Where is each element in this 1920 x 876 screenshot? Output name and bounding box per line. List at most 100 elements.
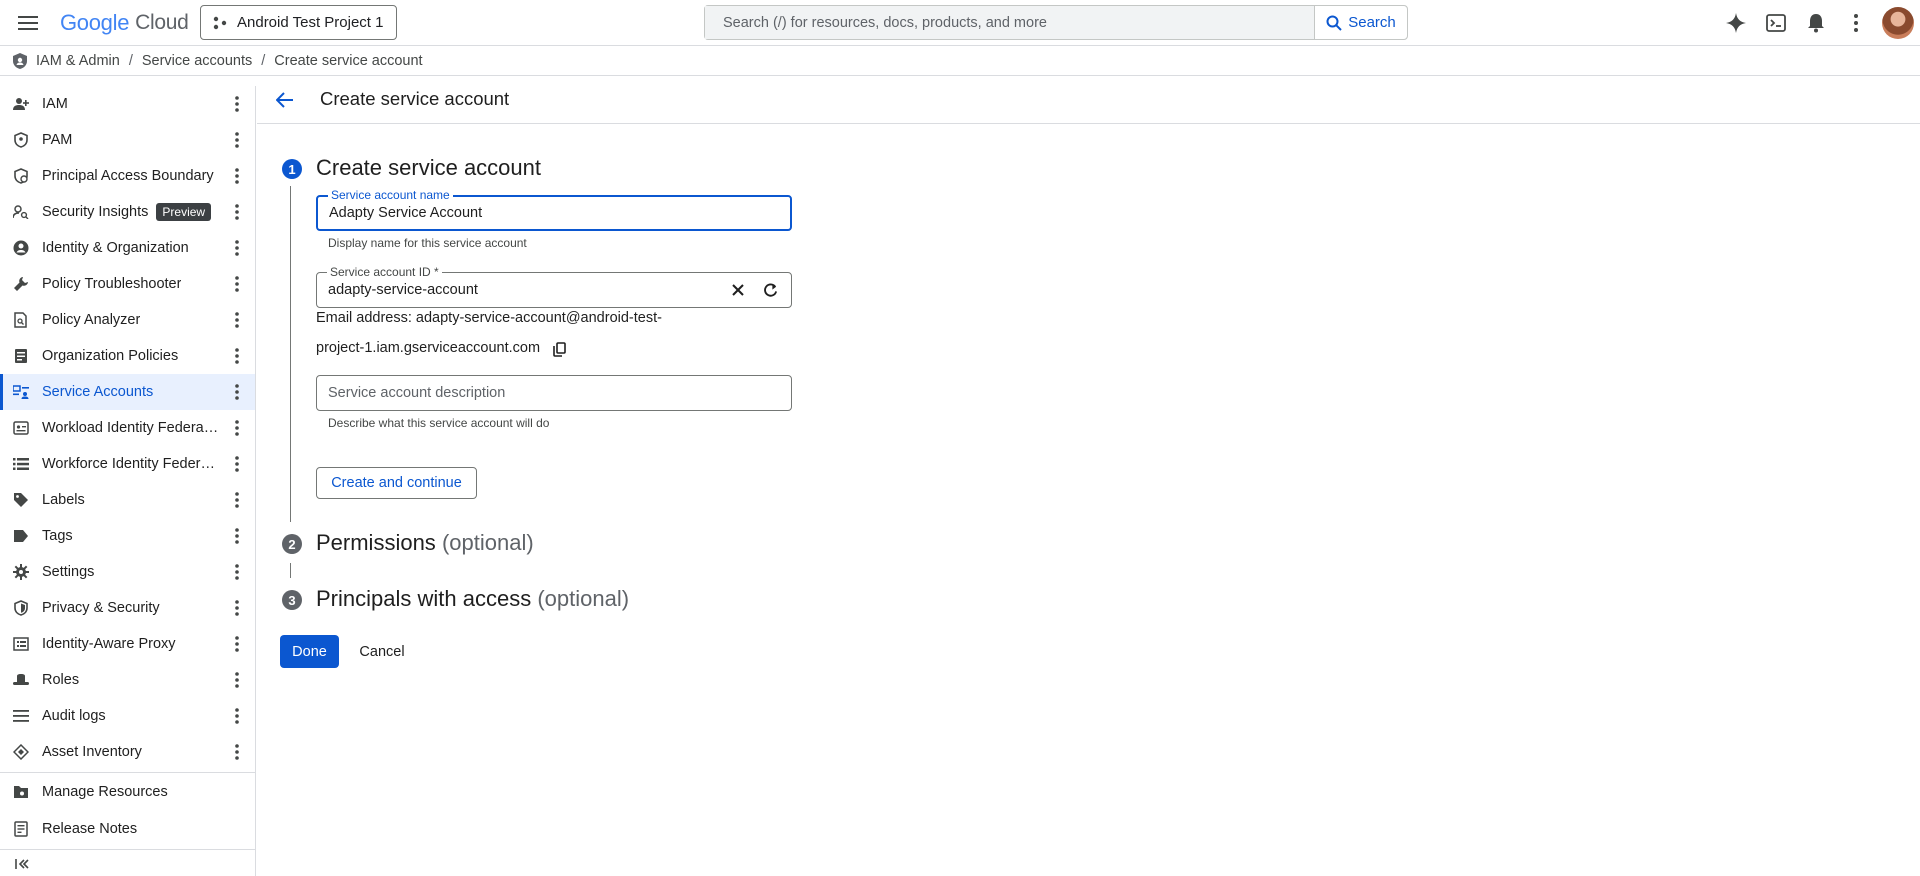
sidebar-item-policy-troubleshooter[interactable]: Policy Troubleshooter: [0, 266, 255, 302]
account-circle-icon: [12, 239, 30, 257]
sidebar-item-label: Organization Policies: [42, 348, 179, 364]
more-options-icon[interactable]: [225, 452, 249, 476]
more-options-icon[interactable]: [225, 164, 249, 188]
sidebar-item-manage-resources[interactable]: Manage Resources: [0, 773, 255, 810]
service-account-description-field[interactable]: [316, 375, 792, 411]
more-options-icon[interactable]: [225, 632, 249, 656]
sidebar-item-settings[interactable]: Settings: [0, 554, 255, 590]
sidebar-item-label: Audit logs: [42, 708, 106, 724]
sidebar-item-organization-policies[interactable]: Organization Policies: [0, 338, 255, 374]
sidebar-item-roles[interactable]: Roles: [0, 662, 255, 698]
sidebar-item-workload-identity-federation[interactable]: Workload Identity Federation: [0, 410, 255, 446]
more-options-icon[interactable]: [225, 236, 249, 260]
person-add-icon: [12, 95, 30, 113]
diamond-icon: [12, 743, 30, 761]
sidebar-item-principal-access-boundary[interactable]: Principal Access Boundary: [0, 158, 255, 194]
more-options-icon[interactable]: [225, 308, 249, 332]
sidebar-item-label: Release Notes: [42, 820, 138, 837]
page-header: Create service account: [257, 76, 1920, 124]
back-arrow-icon[interactable]: [271, 86, 299, 114]
sidebar-item-audit-logs[interactable]: Audit logs: [0, 698, 255, 734]
more-vert-icon[interactable]: [1836, 3, 1876, 43]
sidebar-item-identity-aware-proxy[interactable]: Identity-Aware Proxy: [0, 626, 255, 662]
notes-icon: [12, 820, 30, 838]
notifications-icon[interactable]: [1796, 3, 1836, 43]
step-3-title[interactable]: Principals with access (optional): [316, 586, 629, 612]
more-options-icon[interactable]: [225, 704, 249, 728]
search-button[interactable]: Search: [1314, 6, 1407, 39]
sidebar-item-label: Asset Inventory: [42, 744, 142, 760]
sidebar-item-label: Policy Troubleshooter: [42, 276, 182, 292]
step-1-title-text: Create service account: [316, 155, 541, 180]
more-options-icon[interactable]: [225, 272, 249, 296]
sidebar-item-tags[interactable]: Tags: [0, 518, 255, 554]
sidebar-item-identity-and-organization[interactable]: Identity & Organization: [0, 230, 255, 266]
more-options-icon[interactable]: [225, 92, 249, 116]
sidebar-item-label: PAM: [42, 132, 73, 148]
google-cloud-logo[interactable]: Google Cloud: [60, 10, 189, 36]
sidebar-item-policy-analyzer[interactable]: Policy Analyzer: [0, 302, 255, 338]
create-and-continue-button[interactable]: Create and continue: [316, 467, 477, 499]
more-options-icon[interactable]: [225, 416, 249, 440]
sidebar-item-pam[interactable]: PAM: [0, 122, 255, 158]
service-account-name-input[interactable]: [329, 197, 709, 229]
more-options-icon[interactable]: [225, 560, 249, 584]
sidebar-item-iam[interactable]: IAM: [0, 86, 255, 122]
service-account-description-input[interactable]: [328, 376, 708, 410]
sidebar-item-workforce-identity-federation[interactable]: Workforce Identity Federation: [0, 446, 255, 482]
done-button[interactable]: Done: [280, 635, 339, 668]
breadcrumb-service-accounts[interactable]: Service accounts: [142, 53, 252, 69]
top-icons: [1716, 0, 1920, 46]
id-card-icon: [12, 419, 30, 437]
sidebar-item-asset-inventory[interactable]: Asset Inventory: [0, 734, 255, 770]
more-options-icon[interactable]: [225, 524, 249, 548]
more-options-icon[interactable]: [225, 344, 249, 368]
list-icon: [12, 455, 30, 473]
step-3-number: 3: [282, 590, 302, 610]
step-3-optional: (optional): [537, 586, 630, 611]
more-options-icon[interactable]: [225, 668, 249, 692]
search-input[interactable]: [705, 6, 1314, 39]
sidebar-item-service-accounts[interactable]: Service Accounts: [0, 374, 255, 410]
more-options-icon[interactable]: [225, 740, 249, 764]
more-options-icon[interactable]: [225, 380, 249, 404]
step-2-title[interactable]: Permissions (optional): [316, 530, 534, 556]
breadcrumb-separator: /: [261, 52, 266, 69]
iap-icon: [12, 635, 30, 653]
sidebar-item-label: Workload Identity Federation: [42, 420, 220, 436]
gear-icon: [12, 563, 30, 581]
more-options-icon[interactable]: [225, 200, 249, 224]
cloud-shell-icon[interactable]: [1756, 3, 1796, 43]
sidebar-item-label: Privacy & Security: [42, 600, 160, 616]
main-menu-icon[interactable]: [14, 10, 42, 36]
sidebar-item-label: Identity & Organization: [42, 240, 189, 256]
more-options-icon[interactable]: [225, 596, 249, 620]
user-avatar[interactable]: [1882, 7, 1914, 39]
step-1-title[interactable]: Create service account: [316, 155, 541, 181]
refresh-icon[interactable]: [759, 279, 781, 301]
sidebar-item-labels[interactable]: Labels: [0, 482, 255, 518]
sidebar: IAM PAM Principal Access Boundary Security …: [0, 86, 256, 876]
sidebar-item-label: Workforce Identity Federation: [42, 456, 220, 472]
project-picker-button[interactable]: Android Test Project 1: [200, 5, 397, 40]
more-options-icon[interactable]: [225, 128, 249, 152]
gemini-sparkle-icon[interactable]: [1716, 3, 1756, 43]
sidebar-divider: [0, 849, 255, 850]
collapse-sidebar-icon[interactable]: [12, 854, 32, 874]
sidebar-item-label: Labels: [42, 492, 85, 508]
more-options-icon[interactable]: [225, 488, 249, 512]
step-2-optional: (optional): [441, 530, 534, 555]
sidebar-item-label: Security Insights: [42, 204, 149, 220]
sidebar-item-label: Settings: [42, 564, 95, 580]
sidebar-item-privacy-and-security[interactable]: Privacy & Security: [0, 590, 255, 626]
service-account-name-field[interactable]: Service account name: [316, 188, 792, 231]
sidebar-item-release-notes[interactable]: Release Notes: [0, 810, 255, 847]
copy-icon[interactable]: [549, 339, 569, 359]
service-account-id-field[interactable]: Service account ID *: [316, 265, 792, 308]
service-account-id-input[interactable]: [328, 273, 708, 307]
folder-gear-icon: [12, 783, 30, 801]
cancel-button[interactable]: Cancel: [351, 635, 413, 668]
sidebar-item-security-insights[interactable]: Security Insights Preview: [0, 194, 255, 230]
breadcrumb-iam-admin[interactable]: IAM & Admin: [36, 53, 120, 69]
clear-icon[interactable]: [727, 279, 749, 301]
